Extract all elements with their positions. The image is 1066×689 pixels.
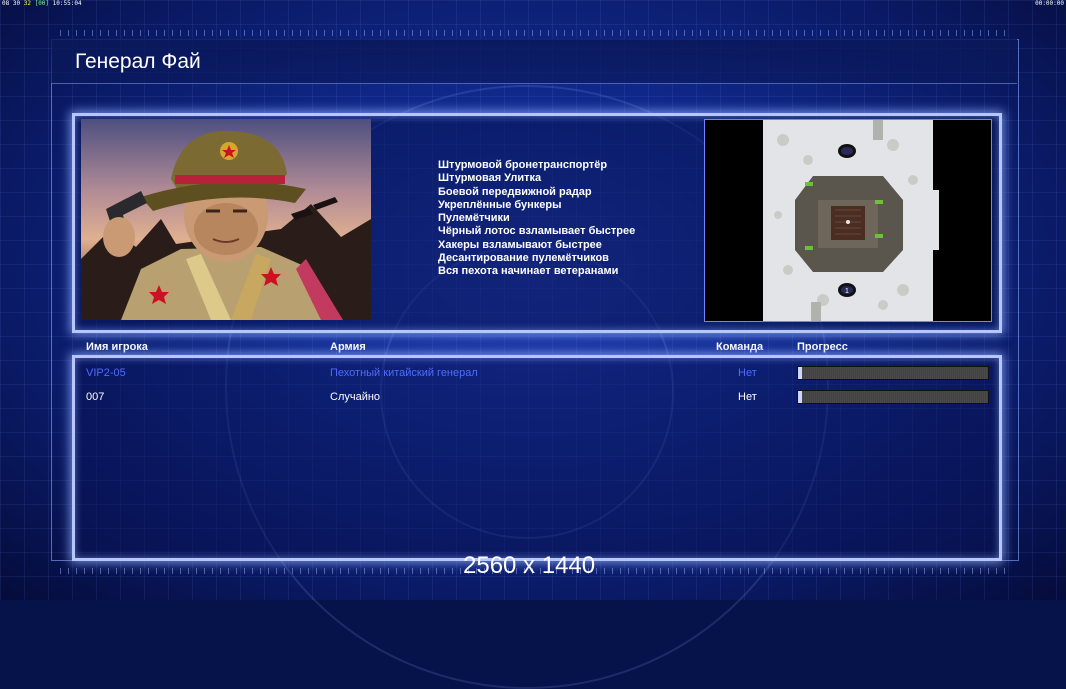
- hud-bar: 08 30 32 [00] 10:55:04 00:00:00: [0, 0, 1066, 8]
- player-progress-bar: [797, 390, 989, 404]
- player-team: Нет: [738, 391, 757, 403]
- general-features-list: Штурмовой бронетранспортёр Штурмовая Ули…: [438, 159, 635, 279]
- ruler-top: [60, 30, 1006, 36]
- feature-item: Штурмовая Улитка: [438, 172, 542, 185]
- feature-item: Вся пехота начинает ветеранами: [438, 265, 619, 278]
- players-panel: [72, 355, 1002, 561]
- player-name: 007: [86, 391, 105, 403]
- column-header-team: Команда: [716, 341, 764, 353]
- player-progress-bar: [797, 366, 989, 380]
- progress-fill: [798, 391, 802, 403]
- feature-item: Хакеры взламывают быстрее: [438, 238, 602, 251]
- hud-segment: 10:55:04: [52, 0, 82, 7]
- feature-item: Штурмовой бронетранспортёр: [438, 159, 608, 171]
- player-army: Пехотный китайский генерал: [330, 367, 478, 379]
- portrait-art: [81, 119, 371, 320]
- feature-item: Боевой передвижной радар: [438, 185, 592, 198]
- general-portrait: [81, 119, 371, 320]
- feature-item: Пулемётчики: [438, 212, 510, 225]
- hud-segment: 30: [12, 0, 21, 7]
- feature-item: Десантирование пулемётчиков: [438, 252, 609, 265]
- column-header-player: Имя игрока: [86, 341, 148, 353]
- feature-item: Укреплённые бункеры: [438, 198, 562, 211]
- hud-clock-left: 08 30 32 [00] 10:55:04: [2, 0, 82, 8]
- minimap-right-strip: [933, 190, 939, 250]
- player-army: Случайно: [330, 391, 381, 403]
- player-team: Нет: [738, 367, 757, 379]
- column-header-progress: Прогресс: [797, 341, 848, 353]
- resolution-overlay: 2560 x 1440: [463, 552, 596, 579]
- minimap[interactable]: 1: [704, 119, 992, 322]
- page-title: Генерал Фай: [75, 50, 201, 73]
- hud-segment: 32: [23, 0, 31, 7]
- minimap-art: 1: [763, 120, 933, 321]
- player-name: VIP2-05: [86, 367, 126, 379]
- progress-fill: [798, 367, 802, 379]
- hud-clock-right: 00:00:00: [1035, 0, 1064, 7]
- minimap-terrain: 1: [763, 120, 933, 321]
- feature-item: Чёрный лотос взламывает быстрее: [438, 225, 636, 238]
- hud-segment: 08: [2, 0, 10, 7]
- start-position-label: 1: [845, 288, 849, 295]
- hud-segment: [00]: [34, 0, 50, 7]
- column-header-army: Армия: [330, 341, 366, 353]
